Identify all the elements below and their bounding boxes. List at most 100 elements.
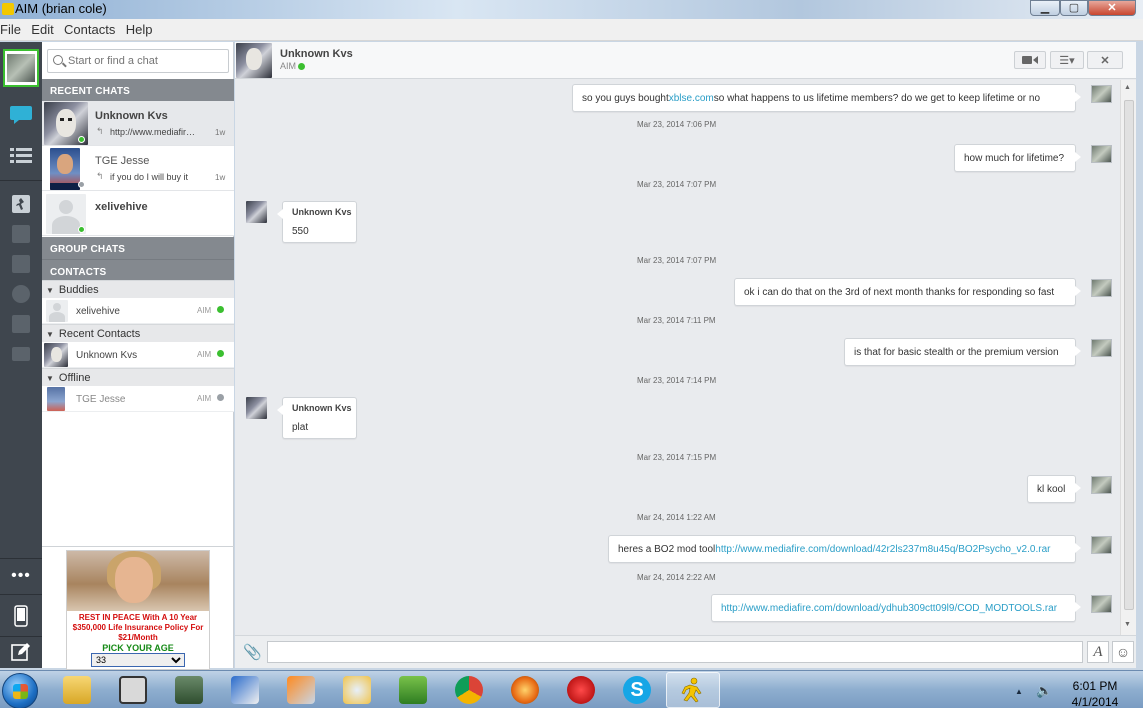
- explorer-taskbar-icon[interactable]: [50, 672, 104, 708]
- group-offline[interactable]: ▼ Offline: [42, 368, 234, 386]
- title-bar: AIM (brian cole) ▁ ▢ ✕: [0, 0, 1143, 19]
- search-icon: [53, 55, 63, 65]
- menu-edit[interactable]: Edit: [31, 19, 60, 37]
- message-sender: Unknown Kvs: [292, 207, 352, 217]
- paperclip-icon[interactable]: 📎: [243, 643, 262, 661]
- chat-name: TGE Jesse: [95, 155, 150, 167]
- ad-pick-label: PICK YOUR AGE: [102, 643, 174, 653]
- record-taskbar-icon[interactable]: [554, 672, 608, 708]
- tool-taskbar-icon[interactable]: [274, 672, 328, 708]
- firefox-taskbar-icon[interactable]: [498, 672, 552, 708]
- message-scrollbar[interactable]: ▲ ▼: [1120, 80, 1136, 635]
- message-link[interactable]: xblse.com: [669, 93, 714, 104]
- clock-time[interactable]: 6:01 PM: [1070, 679, 1120, 693]
- contact-list-icon[interactable]: [0, 142, 42, 170]
- smiley-icon[interactable]: ☺: [1112, 641, 1134, 663]
- collapse-triangle-icon: ▼: [46, 330, 54, 339]
- chat-bubble-icon[interactable]: [0, 100, 42, 130]
- message-text: plat: [292, 422, 309, 433]
- message-input[interactable]: [267, 641, 1083, 663]
- contact-mini-avatar: [246, 397, 267, 419]
- chat-preview: http://www.mediafire.com: [110, 127, 200, 137]
- message-timestamp: Mar 24, 2014 1:22 AM: [637, 513, 716, 522]
- my-mini-avatar: [1091, 145, 1112, 163]
- clock-date[interactable]: 4/1/2014: [1070, 695, 1120, 708]
- service-label: AIM: [197, 350, 212, 359]
- scroll-up-icon[interactable]: ▲: [1124, 84, 1131, 91]
- chat-pane: Unknown Kvs AIM ☰▾ ✕ so you guys bought …: [235, 42, 1136, 668]
- search-input[interactable]: [68, 53, 226, 69]
- online-status-dot: [298, 63, 305, 70]
- show-hidden-icons[interactable]: ▲: [1015, 687, 1023, 696]
- message-timestamp: Mar 23, 2014 7:07 PM: [637, 180, 717, 189]
- menu-file[interactable]: File: [0, 19, 28, 37]
- age-select[interactable]: 33: [91, 653, 185, 667]
- app-taskbar-icon[interactable]: [106, 672, 160, 708]
- compose-icon[interactable]: [0, 640, 42, 664]
- group-chats-header[interactable]: GROUP CHATS: [42, 237, 234, 259]
- monitor-taskbar-icon[interactable]: [162, 672, 216, 708]
- minimize-button[interactable]: ▁: [1030, 0, 1060, 16]
- message-outgoing: heres a BO2 mod tool http://www.mediafir…: [608, 535, 1081, 563]
- search-box[interactable]: [47, 49, 229, 73]
- my-avatar[interactable]: [0, 48, 42, 88]
- aol-icon[interactable]: [0, 342, 42, 366]
- skype-taskbar-icon[interactable]: S: [610, 672, 664, 708]
- editor-taskbar-icon[interactable]: [218, 672, 272, 708]
- chat-preview: if you do I will buy it: [110, 172, 189, 182]
- list-menu-icon[interactable]: ☰▾: [1050, 51, 1084, 69]
- search-taskbar-icon[interactable]: [330, 672, 384, 708]
- contact-row[interactable]: xelivehive AIM: [42, 298, 234, 324]
- more-icon[interactable]: •••: [0, 562, 42, 590]
- add-buddy-icon[interactable]: [0, 222, 42, 246]
- contact-mini-avatar: [246, 201, 267, 223]
- menu-help[interactable]: Help: [126, 19, 160, 37]
- menu-contacts[interactable]: Contacts: [64, 19, 122, 37]
- photo-icon[interactable]: [0, 312, 42, 336]
- recent-chat-item[interactable]: TGE Jesse ↰ if you do I will buy it 1w: [42, 146, 234, 191]
- reply-arrow-icon: ↰: [96, 171, 104, 181]
- settings-icon[interactable]: [0, 282, 42, 306]
- recent-chats-header[interactable]: RECENT CHATS: [42, 79, 234, 101]
- aim-taskbar-icon[interactable]: [666, 672, 720, 708]
- group-recent-contacts[interactable]: ▼ Recent Contacts: [42, 324, 234, 342]
- recent-chat-item[interactable]: Unknown Kvs ↰ http://www.mediafire.com 1…: [42, 101, 234, 146]
- phone-icon[interactable]: [0, 598, 42, 634]
- chrome-taskbar-icon[interactable]: [442, 672, 496, 708]
- contact-row[interactable]: Unknown Kvs AIM: [42, 342, 234, 368]
- online-status-dot: [78, 226, 85, 233]
- offline-status-dot: [78, 181, 85, 188]
- group-buddies[interactable]: ▼ Buddies: [42, 280, 234, 298]
- advertisement[interactable]: REST IN PEACE With A 10 Year $350,000 Li…: [66, 550, 210, 670]
- message-link[interactable]: http://www.mediafire.com/download/ydhub3…: [721, 603, 1057, 614]
- message-incoming: Unknown Kvs plat: [277, 397, 357, 439]
- chat-header: Unknown Kvs AIM ☰▾ ✕: [235, 42, 1136, 79]
- collapse-triangle-icon: ▼: [46, 286, 54, 295]
- recent-chat-item[interactable]: xelivehive: [42, 191, 234, 236]
- font-format-icon[interactable]: A: [1087, 641, 1109, 663]
- video-icon[interactable]: [1014, 51, 1046, 69]
- import-icon[interactable]: [0, 252, 42, 276]
- start-button[interactable]: [2, 673, 38, 708]
- volume-icon[interactable]: 🔈: [1036, 683, 1052, 699]
- close-window-button[interactable]: ✕: [1088, 0, 1136, 16]
- scroll-thumb[interactable]: [1124, 100, 1134, 610]
- chart-taskbar-icon[interactable]: [386, 672, 440, 708]
- system-tray: ▲ 🔈 6:01 PM 4/1/2014: [1010, 671, 1143, 708]
- message-timestamp: Mar 23, 2014 7:07 PM: [637, 256, 717, 265]
- contact-row[interactable]: TGE Jesse AIM: [42, 386, 234, 412]
- contacts-header[interactable]: CONTACTS: [42, 259, 234, 281]
- message-timestamp: Mar 23, 2014 7:11 PM: [637, 316, 716, 325]
- online-status-dot: [78, 136, 85, 143]
- menu-bar: File Edit Contacts Help: [0, 19, 1143, 41]
- chat-name: xelivehive: [95, 201, 148, 213]
- contact-avatar[interactable]: [236, 43, 272, 78]
- scroll-down-icon[interactable]: ▼: [1124, 621, 1131, 628]
- maximize-button[interactable]: ▢: [1060, 0, 1088, 16]
- aim-running-man-icon[interactable]: [0, 192, 42, 216]
- close-chat-icon[interactable]: ✕: [1087, 51, 1123, 69]
- message-link[interactable]: http://www.mediafire.com/download/42r2ls…: [715, 544, 1050, 555]
- message-incoming: Unknown Kvs 550: [277, 201, 357, 243]
- chat-service-label: AIM: [280, 61, 297, 71]
- message-sender: Unknown Kvs: [292, 403, 352, 413]
